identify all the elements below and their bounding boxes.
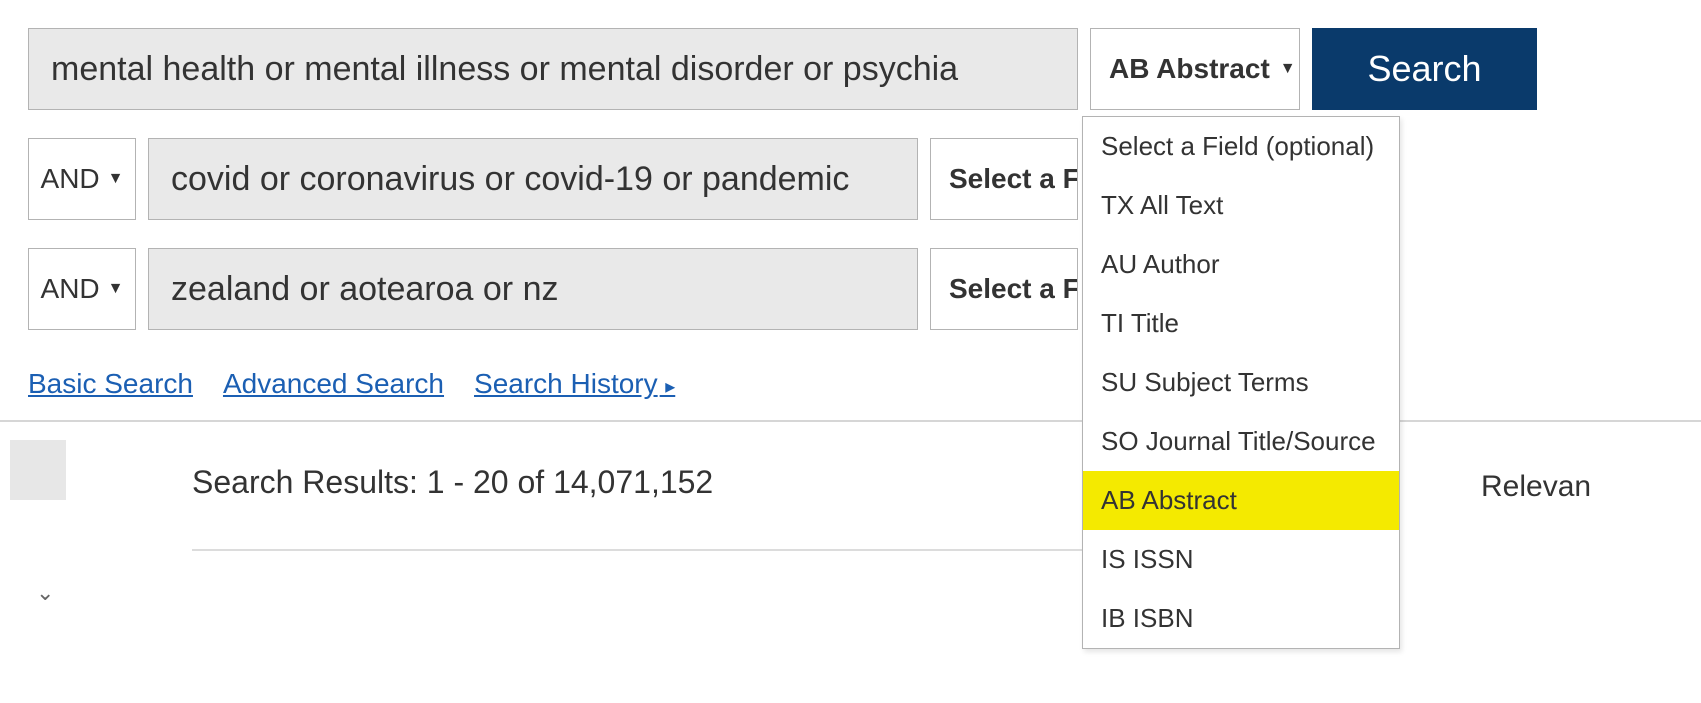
search-mode-links: Basic Search Advanced Search Search Hist…: [0, 368, 1701, 420]
results-area: ⌄ Search Results: 1 - 20 of 14,071,152 R…: [0, 420, 1701, 624]
caret-down-icon: ▼: [108, 170, 124, 188]
dropdown-item-highlighted[interactable]: AB Abstract: [1083, 471, 1399, 530]
field-select-2[interactable]: Select a Field (optional): [930, 138, 1078, 220]
sidebar-placeholder-1: [10, 440, 66, 500]
search-button[interactable]: Search: [1312, 28, 1537, 110]
search-input-1[interactable]: [28, 28, 1078, 110]
field-select-1-label: AB Abstract: [1109, 53, 1270, 85]
chevron-down-icon[interactable]: ⌄: [36, 580, 54, 606]
search-history-label: Search History: [474, 368, 658, 399]
dropdown-item[interactable]: TI Title: [1083, 294, 1399, 353]
dropdown-item[interactable]: AU Author: [1083, 235, 1399, 294]
search-history-link[interactable]: Search History ▸: [474, 368, 675, 400]
results-label: Search Results:: [192, 464, 418, 500]
field-select-2-label: Select a Field (optional): [949, 163, 1078, 195]
search-row-3: AND ▼ Select a Field (optional): [28, 248, 1673, 330]
dropdown-item[interactable]: SO Journal Title/Source: [1083, 412, 1399, 471]
search-form: AB Abstract ▼ Search AND ▼ Select a Fiel…: [0, 0, 1701, 368]
boolean-select-3[interactable]: AND ▼: [28, 248, 136, 330]
field-select-3[interactable]: Select a Field (optional): [930, 248, 1078, 330]
sort-pane: Relevan: [1451, 422, 1701, 624]
advanced-search-link[interactable]: Advanced Search: [223, 368, 444, 400]
search-row-1: AB Abstract ▼ Search: [28, 28, 1673, 110]
chevron-right-icon: ▸: [660, 376, 676, 398]
field-select-3-label: Select a Field (optional): [949, 273, 1078, 305]
caret-down-icon: ▼: [108, 280, 124, 298]
boolean-select-2-label: AND: [41, 163, 100, 195]
dropdown-item[interactable]: Select a Field (optional): [1083, 117, 1399, 176]
field-dropdown-menu: Select a Field (optional) TX All Text AU…: [1082, 116, 1400, 649]
dropdown-item[interactable]: IB ISBN: [1083, 589, 1399, 648]
dropdown-item[interactable]: TX All Text: [1083, 176, 1399, 235]
dropdown-item[interactable]: IS ISSN: [1083, 530, 1399, 589]
basic-search-link[interactable]: Basic Search: [28, 368, 193, 400]
search-input-3[interactable]: [148, 248, 918, 330]
sort-label[interactable]: Relevan: [1481, 470, 1591, 503]
boolean-select-2[interactable]: AND ▼: [28, 138, 136, 220]
results-range: 1 - 20 of 14,071,152: [427, 464, 713, 500]
left-sidebar: ⌄: [0, 422, 120, 624]
boolean-select-3-label: AND: [41, 273, 100, 305]
caret-down-icon: ▼: [1280, 60, 1296, 78]
dropdown-item[interactable]: SU Subject Terms: [1083, 353, 1399, 412]
field-select-1[interactable]: AB Abstract ▼: [1090, 28, 1300, 110]
search-row-2: AND ▼ Select a Field (optional): [28, 138, 1673, 220]
search-input-2[interactable]: [148, 138, 918, 220]
